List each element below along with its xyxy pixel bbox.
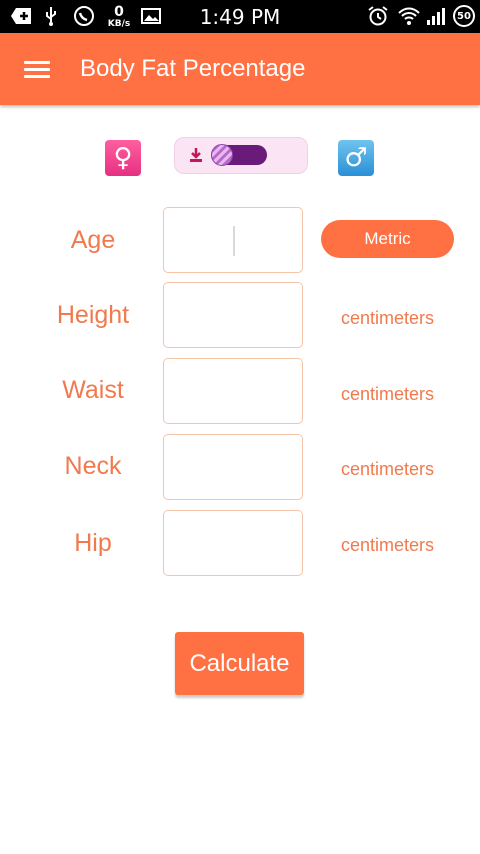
app-bar: Body Fat Percentage bbox=[0, 33, 480, 105]
hamburger-menu-icon[interactable] bbox=[24, 61, 50, 79]
text-cursor bbox=[233, 226, 235, 256]
height-label: Height bbox=[56, 301, 130, 329]
hip-input[interactable] bbox=[163, 510, 303, 576]
gender-toggle[interactable] bbox=[174, 137, 308, 174]
female-symbol: ♀ bbox=[113, 143, 133, 173]
age-input[interactable] bbox=[163, 207, 303, 273]
height-input[interactable] bbox=[163, 282, 303, 348]
neck-label: Neck bbox=[64, 452, 122, 480]
female-icon[interactable]: ♀ bbox=[105, 140, 141, 176]
hip-unit: centimeters bbox=[340, 535, 435, 555]
neck-input[interactable] bbox=[163, 434, 303, 500]
app-title: Body Fat Percentage bbox=[80, 55, 306, 82]
male-icon[interactable]: ♂ bbox=[338, 140, 374, 176]
height-unit: centimeters bbox=[340, 308, 435, 328]
metric-button[interactable]: Metric bbox=[321, 220, 454, 258]
battery-icon: 50 bbox=[452, 5, 476, 27]
gender-switch[interactable] bbox=[211, 144, 267, 166]
hip-label: Hip bbox=[74, 529, 112, 557]
calculate-button[interactable]: Calculate bbox=[175, 632, 304, 695]
status-bar: 0 KB/s 1:49 PM 50 bbox=[0, 0, 480, 33]
neck-unit: centimeters bbox=[340, 459, 435, 479]
alarm-icon bbox=[366, 6, 390, 26]
waist-unit: centimeters bbox=[340, 384, 435, 404]
download-icon bbox=[189, 147, 203, 163]
age-label: Age bbox=[70, 226, 116, 254]
gender-switch-thumb[interactable] bbox=[211, 144, 233, 166]
male-symbol: ♂ bbox=[344, 143, 368, 173]
wifi-icon bbox=[396, 6, 422, 26]
battery-level: 50 bbox=[457, 10, 471, 22]
signal-icon bbox=[424, 6, 448, 26]
waist-label: Waist bbox=[62, 376, 124, 404]
waist-input[interactable] bbox=[163, 358, 303, 424]
